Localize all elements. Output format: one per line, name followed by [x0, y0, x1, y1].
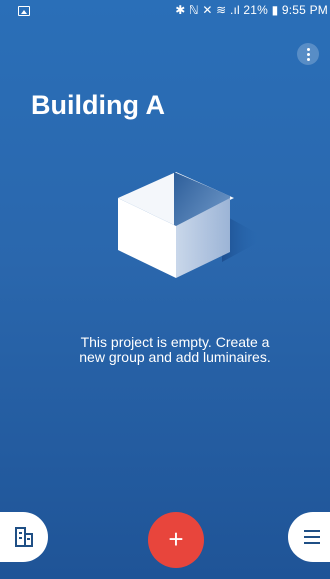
image-icon [18, 6, 30, 16]
menu-icon [304, 530, 320, 544]
more-vert-icon[interactable] [297, 43, 319, 65]
status-indicators: ✱ ℕ ✕ ≋ .ıl 21% ▮ 9:55 PM [175, 3, 328, 17]
buildings-button[interactable] [0, 512, 48, 562]
building-icon [15, 527, 33, 547]
page-title: Building A [31, 90, 165, 120]
menu-button[interactable] [288, 512, 330, 562]
plus-icon: + [168, 524, 184, 554]
add-group-button[interactable]: + [148, 512, 204, 568]
empty-state-line-2: new group and add luminaires. [79, 349, 271, 365]
status-bar: ✱ ℕ ✕ ≋ .ıl 21% ▮ 9:55 PM [0, 0, 330, 24]
empty-box-illustration [118, 172, 266, 278]
empty-state-message: This project is empty. Create a new grou… [30, 335, 320, 365]
empty-state-line-1: This project is empty. Create a [80, 334, 270, 350]
